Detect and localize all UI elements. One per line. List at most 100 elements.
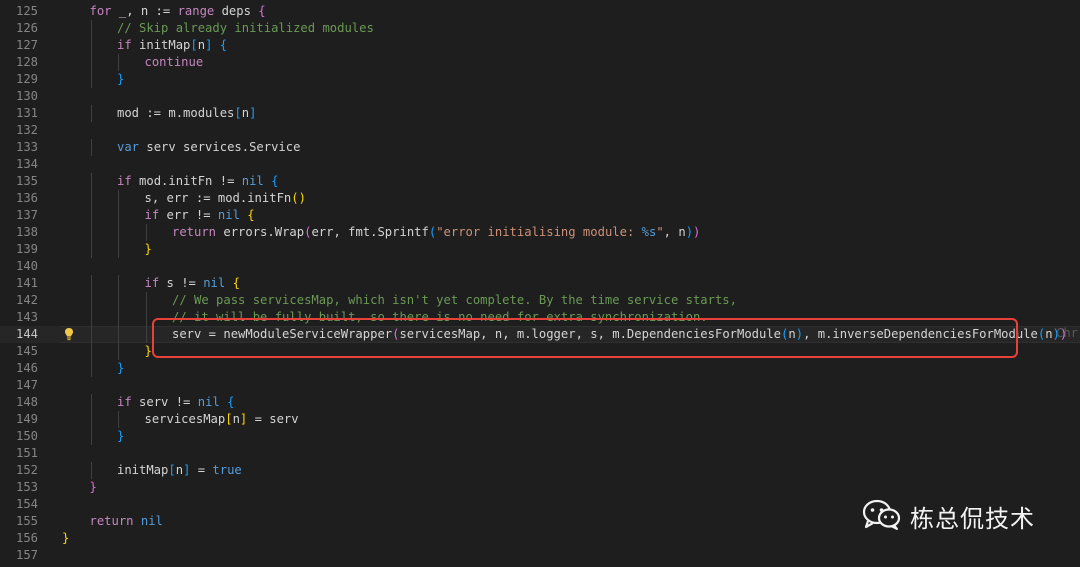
code-line[interactable]: 146} bbox=[0, 360, 1080, 377]
code-line[interactable]: 151 bbox=[0, 445, 1080, 462]
inline-hint-text: Chr bbox=[1056, 326, 1079, 340]
indent-guide bbox=[90, 309, 92, 326]
code-text: initMap[n] = true bbox=[117, 462, 242, 479]
code-token: continue bbox=[144, 55, 204, 69]
line-number: 140 bbox=[15, 259, 38, 273]
line-number: 143 bbox=[15, 310, 38, 324]
code-line[interactable]: 132 bbox=[0, 122, 1080, 139]
indent-guide bbox=[118, 275, 119, 292]
code-line[interactable]: 152 initMap[n] = true bbox=[0, 462, 1080, 479]
code-token: err, fmt.Sprintf bbox=[311, 225, 429, 239]
code-line[interactable]: 141 if s != nil { bbox=[0, 275, 1080, 292]
code-line[interactable]: 157 bbox=[0, 547, 1080, 564]
watermark: 栋总侃技术 bbox=[862, 498, 1035, 535]
code-token: ) bbox=[795, 327, 804, 341]
indent-guide bbox=[118, 54, 119, 71]
code-token: [ bbox=[190, 38, 198, 52]
code-token: _, n := bbox=[111, 4, 178, 18]
code-line[interactable]: 145} bbox=[0, 343, 1080, 360]
code-token: range bbox=[177, 4, 215, 18]
code-token: { bbox=[271, 174, 279, 188]
code-line[interactable]: 148 if serv != nil { bbox=[0, 394, 1080, 411]
line-number: 133 bbox=[15, 140, 38, 154]
lightbulb-icon[interactable] bbox=[62, 325, 76, 342]
code-line[interactable]: 126 // Skip already initialized modules bbox=[0, 20, 1080, 37]
code-text: } bbox=[145, 343, 152, 360]
indent-guide bbox=[90, 394, 92, 411]
code-line[interactable]: 138 return errors.Wrap(err, fmt.Sprintf("… bbox=[0, 224, 1080, 241]
code-line[interactable]: 130 bbox=[0, 88, 1080, 105]
code-line[interactable]: 150} bbox=[0, 428, 1080, 445]
code-token: { bbox=[232, 276, 240, 290]
code-text: continue bbox=[145, 54, 204, 71]
code-token: ] bbox=[249, 106, 257, 120]
code-token: %s bbox=[641, 225, 657, 239]
indent-guide bbox=[90, 462, 92, 479]
line-number: 127 bbox=[15, 38, 38, 52]
line-number: 130 bbox=[15, 89, 38, 103]
code-token: ( bbox=[781, 327, 789, 341]
code-line[interactable]: 149 servicesMap[n] = serv bbox=[0, 411, 1080, 428]
code-line[interactable]: 139} bbox=[0, 241, 1080, 258]
indent-guide bbox=[90, 173, 92, 190]
watermark-text: 栋总侃技术 bbox=[910, 505, 1035, 533]
code-token: n bbox=[241, 106, 250, 120]
code-token: s, err := mod.initFn bbox=[144, 191, 292, 205]
code-line[interactable]: 137 if err != nil { bbox=[0, 207, 1080, 224]
code-line[interactable]: 129} bbox=[0, 71, 1080, 88]
code-line[interactable]: 140 bbox=[0, 258, 1080, 275]
indent-guide bbox=[118, 309, 119, 326]
code-line[interactable]: 134 bbox=[0, 156, 1080, 173]
code-line[interactable]: 133 var serv services.Service bbox=[0, 139, 1080, 156]
line-number: 139 bbox=[15, 242, 38, 256]
code-token: var bbox=[117, 140, 140, 154]
code-line[interactable]: 153} bbox=[0, 479, 1080, 496]
line-number: 137 bbox=[15, 208, 38, 222]
code-text: // Skip already initialized modules bbox=[117, 20, 374, 37]
code-line[interactable]: 144 serv = newModuleServiceWrapper(servic… bbox=[0, 326, 1080, 343]
code-text: if serv != nil { bbox=[117, 394, 234, 411]
code-token: if bbox=[144, 276, 160, 290]
line-number: 132 bbox=[15, 123, 38, 137]
code-line[interactable]: 128 continue bbox=[0, 54, 1080, 71]
code-token: deps bbox=[214, 4, 259, 18]
code-editor[interactable]: 125 for _, n := range deps {126// Skip al… bbox=[0, 0, 1080, 567]
code-token: return bbox=[172, 225, 217, 239]
code-line[interactable]: 127 if initMap[n] { bbox=[0, 37, 1080, 54]
code-text: mod := m.modules[n] bbox=[117, 105, 256, 122]
code-text: } bbox=[117, 360, 124, 377]
code-token: err != bbox=[159, 208, 218, 222]
code-text: for _, n := range deps { bbox=[90, 3, 266, 20]
code-token: [ bbox=[225, 412, 233, 426]
code-token: if bbox=[117, 174, 132, 188]
code-token: if bbox=[144, 208, 160, 222]
line-number: 152 bbox=[15, 463, 38, 477]
code-token: s != bbox=[159, 276, 204, 290]
line-number: 142 bbox=[15, 293, 38, 307]
code-text: if err != nil { bbox=[145, 207, 255, 224]
code-token: { bbox=[219, 38, 228, 52]
indent-guide bbox=[90, 360, 92, 377]
code-text: serv = newModuleServiceWrapper(servicesM… bbox=[172, 326, 1067, 343]
indent-guide bbox=[90, 241, 92, 258]
code-line[interactable]: 135 if mod.initFn != nil { bbox=[0, 173, 1080, 190]
code-line[interactable]: 131 mod := m.modules[n] bbox=[0, 105, 1080, 122]
code-token: } bbox=[89, 480, 97, 494]
code-line[interactable]: 147 bbox=[0, 377, 1080, 394]
indent-guide bbox=[90, 411, 92, 428]
code-token: = bbox=[190, 463, 213, 477]
indent-guide bbox=[118, 241, 119, 258]
code-text: servicesMap[n] = serv bbox=[145, 411, 299, 428]
code-line[interactable]: 125 for _, n := range deps { bbox=[0, 3, 1080, 20]
code-line[interactable]: 142 // We pass servicesMap, which isn't y… bbox=[0, 292, 1080, 309]
code-line[interactable]: 136 s, err := mod.initFn() bbox=[0, 190, 1080, 207]
code-token: // Skip already initialized modules bbox=[117, 21, 374, 35]
code-token: true bbox=[212, 463, 242, 477]
code-token: } bbox=[144, 242, 152, 256]
code-line[interactable]: 143 // it will be fully built, so there i… bbox=[0, 309, 1080, 326]
code-token: n bbox=[788, 327, 796, 341]
